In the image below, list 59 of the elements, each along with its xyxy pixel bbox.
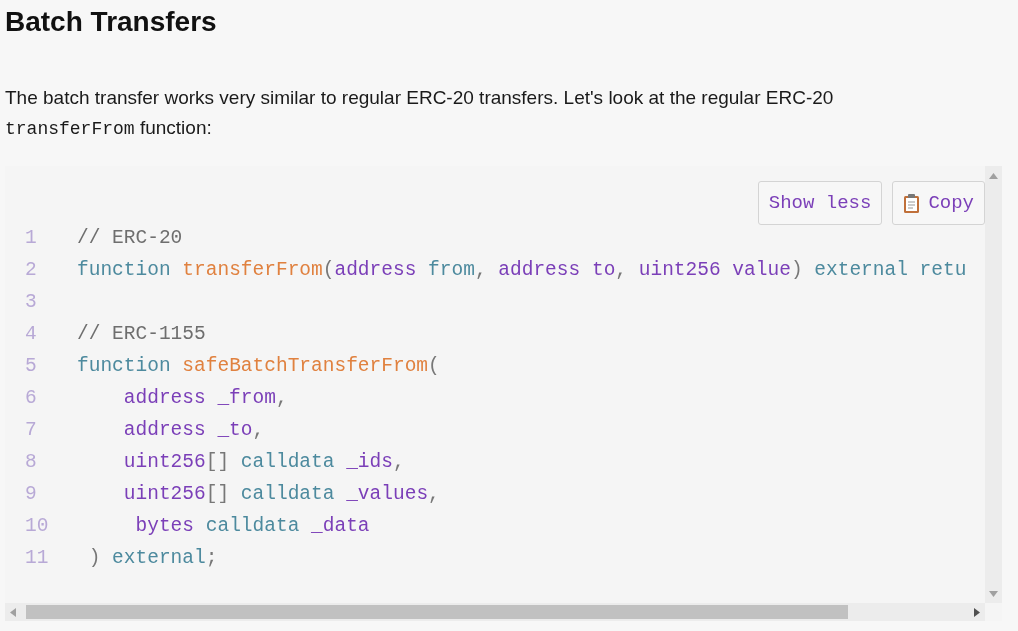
code-punctuation: , [474, 258, 488, 283]
code-punctuation: , [252, 418, 265, 443]
code-identifier: uint256 [122, 450, 206, 475]
code-punctuation: , [428, 482, 440, 507]
code-keyword: function [77, 354, 172, 379]
code-identifier: address _from [122, 386, 276, 411]
code-punctuation: [] [205, 482, 231, 507]
clipboard-icon [903, 192, 921, 214]
line-number: 9 [24, 482, 38, 507]
copy-button[interactable]: Copy [892, 181, 985, 225]
line-number: 7 [24, 418, 38, 443]
code-punctuation: ; [205, 546, 218, 571]
line-number: 10 [24, 514, 50, 539]
code-punctuation: , [615, 258, 629, 283]
code-identifier: uint256 value [638, 258, 791, 283]
code-identifier: _values [346, 482, 429, 507]
code-keyword: calldata [240, 450, 336, 475]
line-number: 3 [24, 290, 38, 315]
line-number: 8 [24, 450, 38, 475]
code-identifier: uint256 [122, 482, 206, 507]
code-punctuation: ( [322, 258, 335, 283]
vertical-scrollbar[interactable] [985, 166, 1002, 603]
line-number: 6 [24, 386, 38, 411]
code-keyword: external retu [814, 258, 967, 283]
scrollbar-thumb[interactable] [26, 605, 848, 619]
scroll-up-icon[interactable] [989, 173, 998, 179]
code-identifier: address [334, 258, 418, 283]
horizontal-scrollbar[interactable] [5, 603, 985, 621]
code-identifier: address _to [122, 418, 253, 443]
code-comment: // ERC-20 [77, 226, 183, 251]
code-identifier: _ids [346, 450, 393, 475]
line-number: 5 [24, 354, 38, 379]
line-number: 1 [24, 226, 38, 251]
code-punctuation: [] [205, 450, 231, 475]
show-less-button[interactable]: Show less [757, 181, 883, 225]
code-identifier: _data [311, 514, 370, 539]
scroll-left-icon[interactable] [10, 608, 16, 617]
code-function-name: transferFrom [182, 258, 323, 283]
code-punctuation: , [275, 386, 288, 411]
paragraph: The batch transfer works very similar to regular ERC-20 transfers. Let's look at the regular ERC-20 transferFrom function: [5, 86, 835, 141]
code-punctuation: ) [790, 258, 804, 283]
scroll-down-icon[interactable] [989, 591, 998, 597]
code-punctuation: , [393, 450, 405, 475]
code-punctuation: ( [428, 354, 440, 379]
code-keyword: external [112, 546, 206, 571]
line-number: 2 [24, 258, 38, 283]
page-heading: Batch Transfers [5, 5, 217, 39]
line-number: 11 [24, 546, 50, 571]
code-identifier: bytes [134, 514, 196, 539]
code-keyword: from [428, 258, 475, 283]
code-identifier: address to [498, 258, 616, 283]
code-keyword: calldata [205, 514, 301, 539]
code-keyword: function [77, 258, 172, 283]
scroll-right-icon[interactable] [974, 608, 980, 617]
code-punctuation: ) [87, 546, 102, 571]
code-comment: // ERC-1155 [77, 322, 206, 347]
code-function-name: safeBatchTransferFrom [182, 354, 429, 379]
code-keyword: calldata [240, 482, 336, 507]
line-number: 4 [24, 322, 38, 347]
